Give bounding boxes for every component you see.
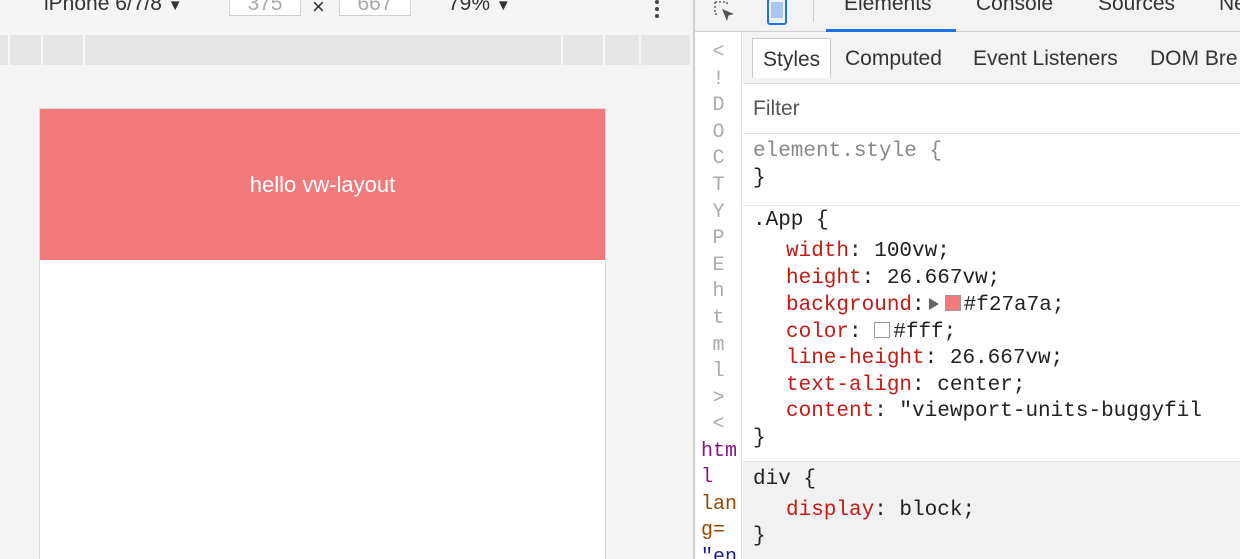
height-input[interactable]: 667 xyxy=(339,0,411,16)
css-declaration[interactable]: height: 26.667vw; xyxy=(786,267,1000,290)
ruler-segment[interactable] xyxy=(10,35,43,65)
dom-tree[interactable]: < ! D O C T Y P E h t m l > < htm l lan … xyxy=(695,32,742,559)
css-declaration[interactable]: color: #fff; xyxy=(786,321,956,344)
device-name: iPhone 6/7/8 xyxy=(44,0,162,15)
css-declaration[interactable]: display: block; xyxy=(786,499,975,522)
tab-elements[interactable]: Elements xyxy=(844,0,932,16)
rule-close-brace: } xyxy=(753,167,766,190)
device-select[interactable]: iPhone 6/7/8 ▼ xyxy=(44,0,183,16)
zoom-select[interactable]: 79% ▼ xyxy=(448,0,511,16)
property-name: color xyxy=(786,321,850,344)
sidebar-tabbar: Styles Computed Event Listeners DOM Bre xyxy=(743,32,1240,84)
devtools-pane: Elements Console Sources Ne < ! D O C T … xyxy=(695,0,1240,559)
zoom-value: 79% xyxy=(448,0,491,15)
css-declaration[interactable]: width: 100vw; xyxy=(786,240,950,263)
doctype-node[interactable]: < ! D O C T Y P E h t m l > < xyxy=(695,40,742,439)
rule-div-user-agent[interactable]: div { display: block; } xyxy=(743,462,1240,559)
ruler-segment[interactable] xyxy=(0,35,10,65)
dom-attr-name[interactable]: lan xyxy=(701,493,737,516)
ruler-segment[interactable] xyxy=(563,35,605,65)
dom-attr-name[interactable]: g= xyxy=(701,519,725,542)
ruler-segment[interactable] xyxy=(641,35,690,65)
device-mode-icon[interactable] xyxy=(765,0,789,26)
ruler-segment[interactable] xyxy=(85,35,563,65)
doctype-char: E xyxy=(712,253,725,277)
property-value: block; xyxy=(886,499,976,522)
toolbar-separator xyxy=(813,0,814,22)
ruler-segment[interactable] xyxy=(605,35,641,65)
css-declaration[interactable]: content: "viewport-units-buggyfil xyxy=(786,400,1202,423)
device-viewport[interactable]: hello vw-layout xyxy=(39,108,606,559)
rule-element-style[interactable]: element.style { } xyxy=(743,134,1240,206)
width-input[interactable]: 375 xyxy=(229,0,301,16)
styles-pane: Styles Computed Event Listeners DOM Bre … xyxy=(743,32,1240,559)
tab-console[interactable]: Console xyxy=(976,0,1053,16)
property-name: background xyxy=(786,294,913,317)
filter-bar: Filter xyxy=(743,84,1240,134)
rule-selector: .App { xyxy=(753,209,829,232)
dom-html-tag[interactable]: htm xyxy=(701,440,737,463)
device-toolbar: iPhone 6/7/8 ▼ 375 × 667 79% ▼ xyxy=(0,0,693,32)
doctype-char: < xyxy=(712,41,725,64)
chevron-down-icon: ▼ xyxy=(167,0,183,14)
doctype-char: O xyxy=(712,120,725,144)
doctype-char: T xyxy=(712,173,725,197)
property-value: #f27a7a; xyxy=(963,294,1065,317)
property-name: height xyxy=(786,267,862,290)
media-query-ruler[interactable] xyxy=(0,35,690,65)
tab-styles[interactable]: Styles xyxy=(752,38,832,78)
doctype-char: Y xyxy=(712,200,725,224)
rule-selector: element.style { xyxy=(753,140,943,163)
property-value: 26.667vw; xyxy=(874,267,1001,290)
rule-close-brace: } xyxy=(753,525,766,548)
dom-attr-value[interactable]: "en xyxy=(701,546,737,559)
tab-network[interactable]: Ne xyxy=(1219,0,1240,16)
device-emulation-pane: iPhone 6/7/8 ▼ 375 × 667 79% ▼ hello vw-… xyxy=(0,0,693,559)
filter-input[interactable]: Filter xyxy=(753,97,800,121)
doctype-char: t xyxy=(712,306,725,330)
doctype-char: D xyxy=(712,94,725,118)
expand-triangle-icon[interactable] xyxy=(928,298,939,310)
dom-html-tag[interactable]: l xyxy=(701,466,713,489)
css-declaration[interactable]: background: #f27a7a; xyxy=(786,294,1064,317)
property-name: display xyxy=(786,499,875,522)
inspect-element-icon[interactable] xyxy=(713,0,737,24)
tab-event-listeners[interactable]: Event Listeners xyxy=(963,38,1128,78)
property-name: line-height xyxy=(786,347,925,370)
app-banner: hello vw-layout xyxy=(40,109,605,260)
tab-computed[interactable]: Computed xyxy=(835,38,952,78)
doctype-char: l xyxy=(712,360,725,384)
rule-close-brace: } xyxy=(753,427,766,450)
color-swatch-icon[interactable] xyxy=(944,295,961,311)
property-value: #fff; xyxy=(893,321,957,344)
property-value: 100vw; xyxy=(861,240,950,263)
chevron-down-icon: ▼ xyxy=(495,0,511,14)
property-name: content xyxy=(786,400,875,423)
tab-sources[interactable]: Sources xyxy=(1098,0,1175,16)
devtools-tabbar: Elements Console Sources Ne xyxy=(695,0,1240,32)
property-name: text-align xyxy=(786,374,913,397)
property-value: "viewport-units-buggyfil xyxy=(886,400,1202,423)
css-declaration[interactable]: text-align: center; xyxy=(786,374,1025,397)
times-icon: × xyxy=(312,0,325,19)
ruler-segment[interactable] xyxy=(43,35,85,65)
property-value: 26.667vw; xyxy=(937,347,1064,370)
doctype-char: C xyxy=(712,147,725,171)
property-value: center; xyxy=(924,374,1026,397)
color-swatch-icon[interactable] xyxy=(874,322,891,338)
more-options-icon[interactable] xyxy=(651,0,663,22)
rule-selector: div { xyxy=(753,468,817,491)
doctype-char: P xyxy=(712,227,725,251)
tab-dom-breakpoints[interactable]: DOM Bre xyxy=(1140,38,1240,78)
css-declaration[interactable]: line-height: 26.667vw; xyxy=(786,347,1063,370)
doctype-char: < xyxy=(712,413,725,437)
doctype-char: h xyxy=(712,280,725,304)
doctype-char: m xyxy=(712,333,725,357)
doctype-char: ! xyxy=(712,67,725,91)
rule-app[interactable]: .App { width: 100vw; height: 26.667vw; b… xyxy=(743,206,1240,462)
property-name: width xyxy=(786,240,850,263)
doctype-char: > xyxy=(712,386,725,410)
